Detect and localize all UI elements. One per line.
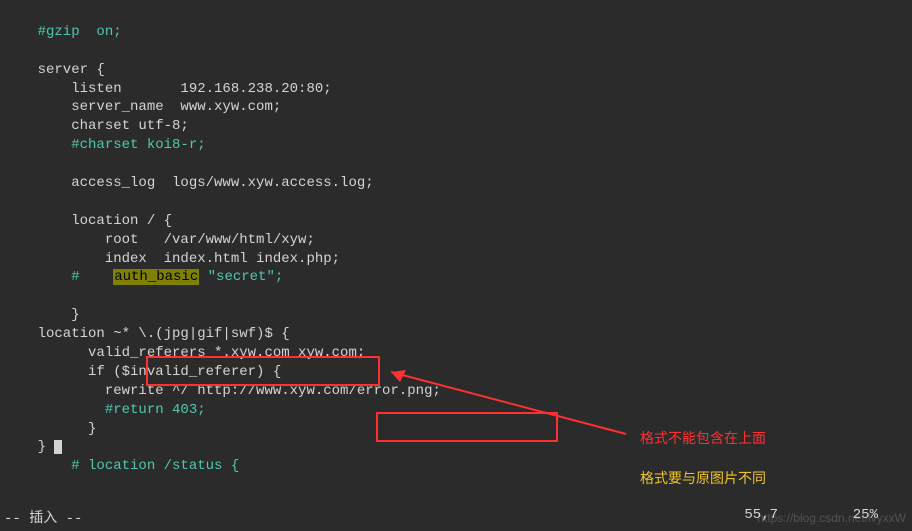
watermark: https://blog.csdn.net/lvyxxW bbox=[757, 511, 906, 525]
code-line: #charset koi8-r; bbox=[4, 137, 206, 153]
code-line: } bbox=[4, 421, 96, 437]
code-line: root /var/www/html/xyw; bbox=[4, 232, 315, 248]
code-line: index index.html index.php; bbox=[4, 251, 340, 267]
code-line: server_name www.xyw.com; bbox=[4, 99, 281, 115]
code-line: location / { bbox=[4, 213, 172, 229]
cursor-icon bbox=[54, 440, 62, 454]
code-line: #gzip on; bbox=[4, 24, 122, 40]
code-line: listen 192.168.238.20:80; bbox=[4, 81, 332, 97]
code-editor[interactable]: #gzip on; server { listen 192.168.238.20… bbox=[0, 0, 912, 476]
code-line: # location /status { bbox=[4, 458, 239, 474]
code-line: server { bbox=[4, 62, 105, 78]
code-line: if ($invalid_referer) { bbox=[4, 364, 281, 380]
code-line: # auth_basic "secret"; bbox=[4, 269, 283, 285]
highlight-auth-basic: auth_basic bbox=[113, 269, 199, 285]
code-line: valid_referers *.xyw.com xyw.com; bbox=[4, 345, 365, 361]
code-line: access_log logs/www.xyw.access.log; bbox=[4, 175, 374, 191]
vim-mode: -- 插入 -- bbox=[4, 511, 82, 527]
code-line: } bbox=[4, 307, 80, 323]
code-line: charset utf-8; bbox=[4, 118, 189, 134]
code-line: } bbox=[4, 439, 62, 455]
code-line: #return 403; bbox=[4, 402, 206, 418]
annotation-red: 格式不能包含在上面 bbox=[640, 428, 766, 448]
code-line: rewrite ^/ http://www.xyw.com/error.png; bbox=[4, 383, 441, 399]
code-line: location ~* \.(jpg|gif|swf)$ { bbox=[4, 326, 290, 342]
annotation-yellow: 格式要与原图片不同 bbox=[640, 468, 766, 488]
